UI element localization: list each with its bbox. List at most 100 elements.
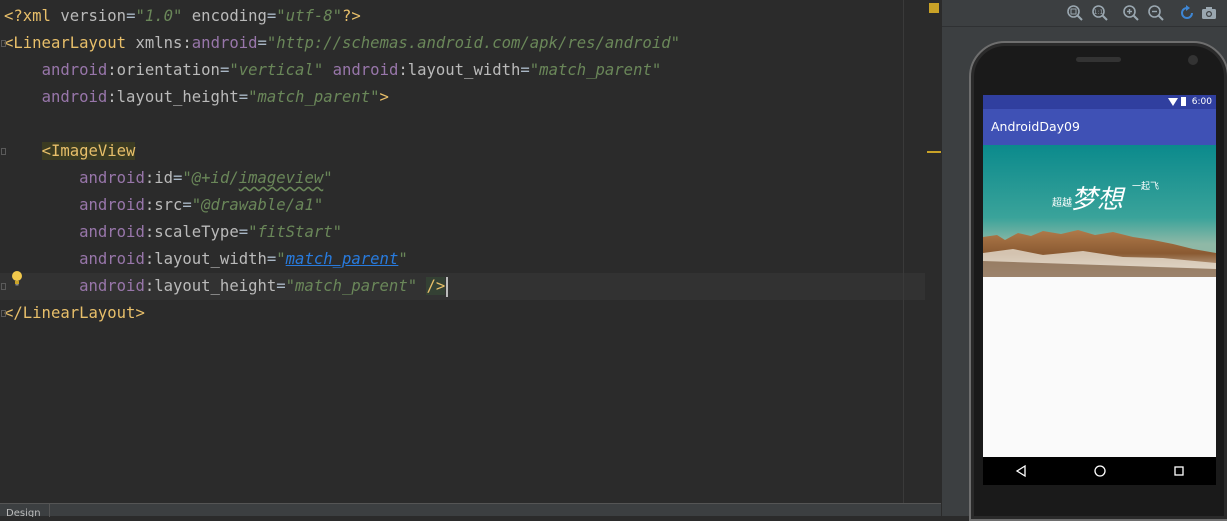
code-token: "@drawable/a1" — [191, 196, 324, 214]
code-token: android — [332, 61, 399, 79]
code-line[interactable]: android:layout_height="match_parent" /> — [0, 273, 941, 300]
fold-marker-icon[interactable] — [1, 148, 6, 155]
back-icon[interactable] — [1014, 464, 1028, 478]
code-token: ?> — [342, 7, 361, 25]
warning-marker[interactable] — [927, 151, 941, 153]
code-token: = — [266, 250, 277, 268]
code-token: = — [276, 277, 286, 295]
code-token: android — [191, 34, 258, 52]
zoom-in-icon[interactable] — [1122, 4, 1140, 22]
fold-marker-icon[interactable] — [1, 310, 6, 317]
zoom-out-icon[interactable] — [1147, 4, 1165, 22]
fold-marker-icon[interactable] — [1, 40, 6, 47]
code-token: "1.0" — [135, 7, 183, 25]
code-token: = — [219, 61, 230, 79]
code-token: android — [79, 223, 145, 241]
code-token: :layout_width — [144, 250, 267, 268]
zoom-fit-icon[interactable] — [1066, 4, 1084, 22]
code-token: " — [398, 250, 408, 268]
code-token: :layout_height — [144, 277, 277, 295]
code-token: match_parent — [285, 250, 399, 268]
image-text-left: 超越 — [1052, 196, 1072, 209]
code-token: android — [79, 250, 145, 268]
code-line[interactable]: android:orientation="vertical" android:l… — [0, 57, 941, 84]
code-token: android — [79, 196, 145, 214]
code-line[interactable]: android:src="@drawable/a1" — [0, 192, 941, 219]
code-token: "utf-8" — [276, 7, 343, 25]
code-line[interactable]: android:layout_height="match_parent"> — [0, 84, 941, 111]
code-token: :layout_width — [398, 61, 521, 79]
camera-screenshot-icon[interactable] — [1200, 4, 1218, 22]
code-token: :scaleType — [144, 223, 239, 241]
preview-toolbar: 1:1 — [942, 0, 1227, 27]
wifi-icon — [1168, 98, 1178, 106]
refresh-icon[interactable] — [1178, 4, 1196, 22]
code-line[interactable]: <?xml version="1.0" encoding="utf-8"?> — [0, 3, 941, 30]
code-line[interactable]: android:scaleType="fitStart" — [0, 219, 941, 246]
code-token: = — [182, 196, 192, 214]
code-token: ImageView — [50, 142, 136, 160]
layout-preview-pane: 1:1 6:00 AndroidDay09 超越 梦想 一起飞 — [941, 0, 1227, 521]
code-line[interactable]: <ImageView — [0, 138, 941, 165]
code-token: :orientation — [107, 61, 220, 79]
device-speaker — [1076, 57, 1121, 62]
home-icon[interactable] — [1093, 464, 1107, 478]
code-token: = — [520, 61, 530, 79]
editor-marker-strip[interactable] — [925, 0, 941, 503]
code-line[interactable]: android:layout_width="match_parent" — [0, 246, 941, 273]
code-lines[interactable]: <?xml version="1.0" encoding="utf-8"?> <L… — [0, 3, 941, 327]
code-line[interactable] — [0, 111, 941, 138]
recents-icon[interactable] — [1172, 464, 1186, 478]
code-token: android — [41, 88, 108, 106]
code-token: android — [79, 169, 145, 187]
status-time: 6:00 — [1191, 97, 1212, 107]
code-token: :id — [144, 169, 173, 187]
app-title: AndroidDay09 — [991, 119, 1080, 134]
editor-bottom-tabs: Design — [0, 503, 941, 517]
lightbulb-icon[interactable] — [10, 270, 24, 288]
code-token: < — [41, 142, 51, 160]
code-token: android — [79, 277, 145, 295]
analysis-status-icon[interactable] — [929, 3, 939, 13]
code-token: "match_parent" — [285, 277, 418, 295]
code-token: "vertical" — [229, 61, 324, 79]
zoom-actual-icon[interactable]: 1:1 — [1091, 4, 1109, 22]
fold-marker-icon[interactable] — [1, 283, 6, 290]
code-token: " — [323, 169, 333, 187]
status-bar: 6:00 — [983, 95, 1216, 109]
code-editor[interactable]: <?xml version="1.0" encoding="utf-8"?> <L… — [0, 0, 941, 503]
code-line[interactable]: <LinearLayout xmlns:android="http://sche… — [0, 30, 941, 57]
image-text-main: 梦想 — [1071, 185, 1126, 215]
device-camera — [1188, 55, 1198, 65]
image-text-right: 一起飞 — [1132, 181, 1159, 192]
code-token: LinearLayout — [13, 34, 127, 52]
code-token: > — [379, 88, 389, 106]
code-token: :layout_height — [107, 88, 239, 106]
code-token: encoding — [191, 7, 267, 25]
code-line[interactable]: </LinearLayout> — [0, 300, 941, 327]
code-token: > — [135, 304, 145, 322]
code-token: = — [257, 34, 267, 52]
code-token: imageview — [238, 169, 324, 187]
code-line[interactable]: android:id="@+id/imageview" — [0, 165, 941, 192]
code-token: "match_parent" — [529, 61, 662, 79]
code-token: :src — [144, 196, 183, 214]
text-caret — [446, 276, 449, 297]
right-margin-guide — [903, 0, 904, 503]
code-token: android — [41, 61, 108, 79]
battery-icon — [1181, 97, 1186, 106]
code-token: LinearLayout — [22, 304, 136, 322]
code-token: " — [276, 250, 286, 268]
code-token: "fitStart" — [248, 223, 342, 241]
tab-design[interactable]: Design — [0, 504, 50, 517]
code-token: <? — [4, 7, 23, 25]
code-token: "@+id/ — [182, 169, 239, 187]
code-token: xmlns: — [135, 34, 192, 52]
